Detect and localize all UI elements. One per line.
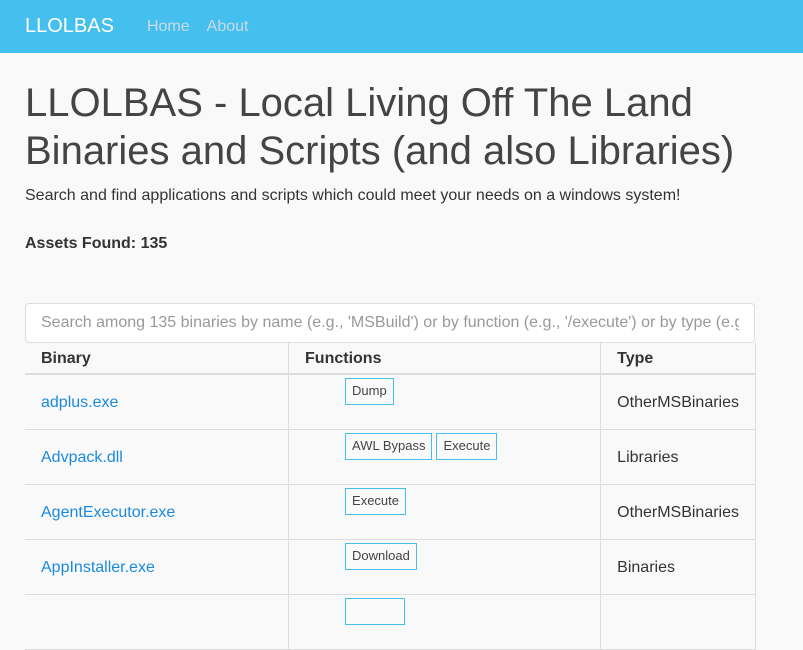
brand-link[interactable]: LLOLBAS	[25, 15, 114, 38]
nav-home-link[interactable]: Home	[147, 18, 190, 36]
type-cell: Binaries	[600, 539, 756, 595]
search-input[interactable]	[25, 303, 755, 343]
function-tag[interactable]: Execute	[436, 432, 498, 460]
binary-cell: adplus.exe	[25, 374, 290, 430]
binary-cell: Advpack.dll	[25, 429, 290, 485]
binary-cell: AppInstaller.exe	[25, 539, 290, 595]
column-header-type[interactable]: Type	[600, 343, 756, 375]
main-container: LLOLBAS - Local Living Off The Land Bina…	[0, 53, 803, 253]
column-header-binary[interactable]: Binary	[25, 343, 290, 375]
function-tag[interactable]: Execute	[345, 487, 407, 515]
navbar: LLOLBAS Home About	[0, 0, 803, 53]
table-row: AgentExecutor.exe Execute OtherMSBinaries	[25, 484, 756, 540]
binary-cell	[25, 594, 290, 650]
functions-cell: AWL Bypass Execute	[288, 429, 602, 485]
type-cell: Libraries	[600, 429, 756, 485]
function-tag[interactable]: Download	[345, 542, 417, 570]
assets-count: Assets Found: 135	[25, 235, 168, 252]
binary-link[interactable]: Advpack.dll	[41, 449, 123, 466]
type-cell	[600, 594, 756, 650]
functions-cell: Dump	[288, 374, 602, 430]
binary-link[interactable]: AppInstaller.exe	[41, 559, 155, 576]
page-subtitle: Search and find applications and scripts…	[25, 187, 681, 204]
table-row: AppInstaller.exe Download Binaries	[25, 539, 756, 595]
table-row: Advpack.dll AWL Bypass Execute Libraries	[25, 429, 756, 485]
binary-cell: AgentExecutor.exe	[25, 484, 290, 540]
table-row	[25, 594, 756, 650]
binaries-table: Binary Functions Type adplus.exe Dump Othe…	[25, 343, 756, 650]
nav-about-link[interactable]: About	[207, 18, 249, 36]
binary-link[interactable]: adplus.exe	[41, 394, 118, 411]
function-tag[interactable]: Dump	[345, 378, 394, 405]
column-header-functions[interactable]: Functions	[288, 343, 602, 375]
type-cell: OtherMSBinaries	[600, 374, 756, 430]
table-header-row: Binary Functions Type	[25, 343, 756, 375]
binary-link[interactable]: AgentExecutor.exe	[41, 504, 175, 521]
function-tag[interactable]	[345, 597, 406, 625]
type-cell: OtherMSBinaries	[600, 484, 756, 540]
function-tag[interactable]: AWL Bypass	[345, 432, 433, 460]
table-row: adplus.exe Dump OtherMSBinaries	[25, 374, 756, 430]
functions-cell	[288, 594, 602, 650]
functions-cell: Download	[288, 539, 602, 595]
functions-cell: Execute	[288, 484, 602, 540]
page-title: LLOLBAS - Local Living Off The Land Bina…	[25, 81, 735, 173]
